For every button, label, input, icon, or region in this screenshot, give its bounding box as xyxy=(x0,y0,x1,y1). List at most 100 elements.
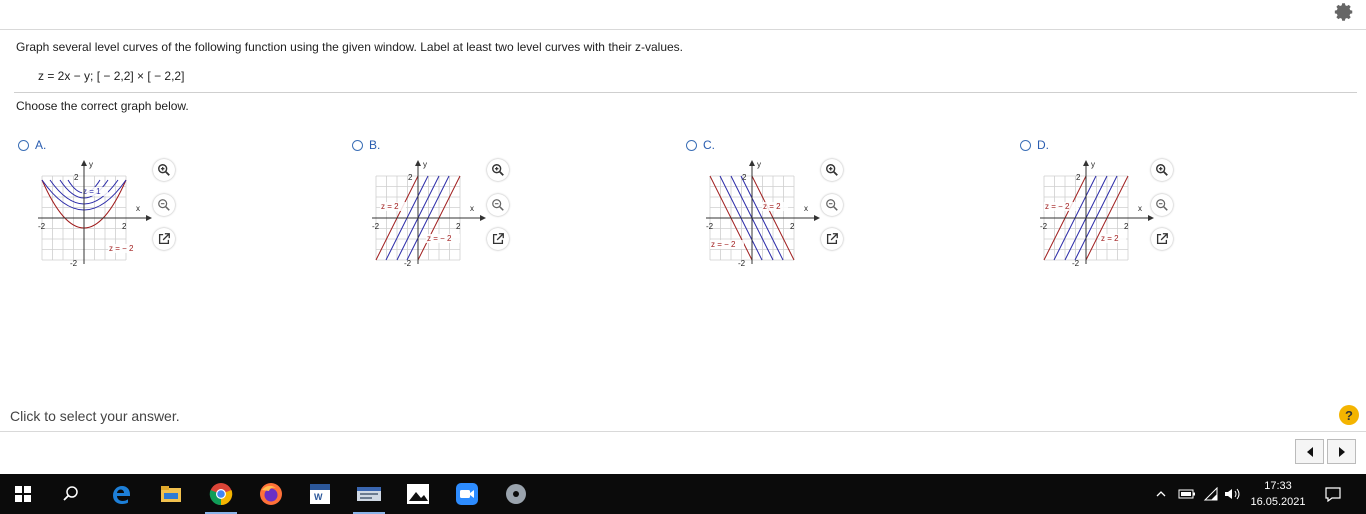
start-button[interactable] xyxy=(3,478,43,510)
edge-icon xyxy=(113,486,130,504)
axis-tick-label: 2 xyxy=(122,222,127,231)
file-explorer-icon xyxy=(161,486,181,502)
y-axis-arrow xyxy=(81,160,87,166)
x-axis-arrow xyxy=(814,215,820,221)
zoom-in-button[interactable] xyxy=(821,159,843,181)
radio-circle[interactable] xyxy=(686,139,697,151)
axis-tick-label: y xyxy=(89,160,93,169)
zoom-out-button[interactable] xyxy=(821,194,843,216)
photos-icon xyxy=(407,484,429,504)
gear-icon[interactable] xyxy=(1333,1,1355,23)
camera-icon xyxy=(456,483,478,505)
next-arrow-icon xyxy=(1338,446,1345,457)
popout-button[interactable] xyxy=(821,228,843,250)
zoom-out-button[interactable] xyxy=(487,194,509,216)
axis-tick-label: y xyxy=(757,160,761,169)
axis-tick-label: 2 xyxy=(1124,222,1129,231)
select-answer-hint: Click to select your answer. xyxy=(10,408,180,424)
axis-tick-label: x xyxy=(136,204,140,213)
x-axis-arrow xyxy=(1148,215,1154,221)
notification-icon xyxy=(1325,487,1341,502)
zoom-out-icon xyxy=(826,199,838,211)
taskbar-photos[interactable] xyxy=(398,478,438,510)
radio-circle[interactable] xyxy=(1020,139,1031,151)
taskbar-edge[interactable] xyxy=(101,478,141,510)
word-icon: W xyxy=(310,484,330,504)
zoom-out-button[interactable] xyxy=(1151,194,1173,216)
windows-start-icon xyxy=(15,486,31,502)
taskbar-app[interactable] xyxy=(349,478,389,514)
option-d-radio[interactable]: D. xyxy=(1020,138,1049,152)
option-a-radio[interactable]: A. xyxy=(18,138,46,152)
y-axis-arrow xyxy=(1083,160,1089,166)
popout-button[interactable] xyxy=(153,228,175,250)
axis-tick-label: -2 xyxy=(372,222,380,231)
taskbar-camera[interactable] xyxy=(447,478,487,510)
top-divider xyxy=(0,29,1366,30)
help-icon: ? xyxy=(1345,407,1353,423)
volume-icon xyxy=(1225,488,1240,500)
graph-option-b[interactable]: z = 2 z = − 2 yx2-2-2 2 xyxy=(370,158,494,268)
popout-button[interactable] xyxy=(1151,228,1173,250)
taskbar-word[interactable]: W xyxy=(300,478,340,510)
zoom-in-icon xyxy=(826,164,838,176)
level-label: z = − 2 xyxy=(109,244,134,253)
axis-tick-label: -2 xyxy=(38,222,46,231)
option-b-radio[interactable]: B. xyxy=(352,138,380,152)
clock-date: 16.05.2021 xyxy=(1250,496,1306,508)
level-label: z = − 2 xyxy=(711,240,736,249)
tray-wifi[interactable] xyxy=(1203,474,1219,514)
popout-icon xyxy=(492,233,504,245)
zoom-in-button[interactable] xyxy=(487,159,509,181)
axis-tick-label: 2 xyxy=(74,173,79,182)
level-label: z = 2 xyxy=(763,202,781,211)
axis-tick-label: -2 xyxy=(1040,222,1048,231)
popout-button[interactable] xyxy=(487,228,509,250)
taskbar-firefox[interactable] xyxy=(251,478,291,510)
y-axis-arrow xyxy=(749,160,755,166)
wifi-icon xyxy=(1203,487,1218,501)
tray-volume[interactable] xyxy=(1224,474,1242,514)
radio-circle[interactable] xyxy=(352,139,363,151)
zoom-in-icon xyxy=(492,164,504,176)
axis-tick-label: x xyxy=(804,204,808,213)
notification-center[interactable] xyxy=(1324,474,1342,514)
footer-divider xyxy=(0,431,1366,432)
function-formula: z = 2x − y; [ − 2,2] × [ − 2,2] xyxy=(38,69,185,83)
radio-circle[interactable] xyxy=(18,139,29,151)
graph-option-c[interactable]: z = 2 z = − 2 yx2-2-2 2 xyxy=(704,158,828,268)
axis-tick-label: 2 xyxy=(408,173,413,182)
axis-tick-label: -2 xyxy=(70,259,78,268)
taskbar-chrome[interactable] xyxy=(201,478,241,514)
zoom-out-icon xyxy=(1156,199,1168,211)
disc-icon xyxy=(506,484,526,504)
graph-option-d[interactable]: z = − 2 z = 2 yx2-2-2 2 xyxy=(1038,158,1162,268)
popout-icon xyxy=(158,233,170,245)
chevron-up-icon xyxy=(1156,491,1166,497)
axis-tick-label: -2 xyxy=(1072,259,1080,268)
taskbar-clock[interactable]: 17:33 16.05.2021 xyxy=(1246,478,1310,510)
tray-battery[interactable] xyxy=(1178,474,1196,514)
zoom-in-button[interactable] xyxy=(1151,159,1173,181)
zoom-out-button[interactable] xyxy=(153,194,175,216)
help-button[interactable]: ? xyxy=(1339,405,1359,425)
level-label: z = − 2 xyxy=(1045,202,1070,211)
option-c-radio[interactable]: C. xyxy=(686,138,715,152)
zoom-in-button[interactable] xyxy=(153,159,175,181)
tray-chevron[interactable] xyxy=(1156,474,1166,514)
axis-tick-label: y xyxy=(423,160,427,169)
battery-icon xyxy=(1178,489,1195,499)
search-button[interactable] xyxy=(51,478,91,510)
axis-tick-label: y xyxy=(1091,160,1095,169)
axis-tick-label: x xyxy=(470,204,474,213)
graph-option-a[interactable]: z = 1 z = − 2 yx2-2-2 2 xyxy=(36,158,160,268)
x-axis-arrow xyxy=(480,215,486,221)
zoom-in-icon xyxy=(1156,164,1168,176)
taskbar-disc[interactable] xyxy=(496,478,536,510)
next-button[interactable] xyxy=(1327,439,1356,464)
taskbar-file-explorer[interactable] xyxy=(151,478,191,510)
clock-time: 17:33 xyxy=(1264,480,1292,492)
axis-tick-label: -2 xyxy=(706,222,714,231)
prev-button[interactable] xyxy=(1295,439,1324,464)
search-icon xyxy=(63,486,78,501)
